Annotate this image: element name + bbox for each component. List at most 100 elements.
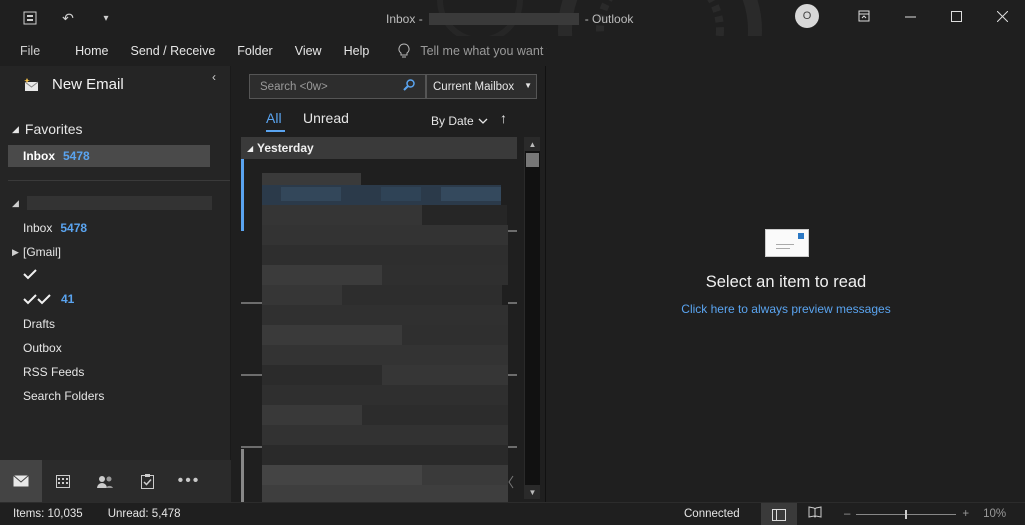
favorites-inbox-label: Inbox (23, 149, 55, 163)
quick-access-dropdown-icon[interactable]: ▾ (96, 8, 116, 28)
double-checkmark-icon (23, 294, 51, 305)
window-title: Inbox - - Outlook (386, 12, 633, 26)
folder-rss-feeds-label: RSS Feeds (23, 365, 85, 379)
group-header-yesterday[interactable]: ◢ Yesterday (241, 137, 517, 159)
new-email-label: New Email (52, 76, 124, 93)
menu-help[interactable]: Help (333, 44, 381, 58)
folder-inbox[interactable]: Inbox 5478 (23, 221, 87, 235)
favorites-inbox[interactable]: Inbox 5478 (8, 145, 210, 167)
search-icon[interactable] (403, 79, 415, 94)
avatar[interactable]: O (795, 4, 819, 28)
zoom-in-icon[interactable]: + (962, 508, 969, 520)
group-header-label: Yesterday (257, 141, 314, 155)
folder-drafts[interactable]: Drafts (23, 317, 55, 331)
calendar-module-button[interactable] (42, 460, 84, 502)
favorites-header[interactable]: ◢ Favorites (12, 121, 83, 137)
filter-tab-all[interactable]: All (266, 110, 282, 126)
more-dots-icon: ••• (177, 472, 201, 489)
favorites-label: Favorites (24, 121, 83, 137)
active-tab-indicator (266, 130, 285, 132)
blurred-message-content (241, 173, 517, 502)
menu-home[interactable]: Home (64, 44, 119, 58)
expand-triangle-icon: ◢ (247, 143, 254, 153)
menu-send-receive[interactable]: Send / Receive (120, 44, 227, 58)
folder-inbox-count: 5478 (60, 221, 88, 235)
favorites-inbox-count: 5478 (63, 149, 90, 163)
message-list-scrollbar[interactable]: ▲ ▼ (524, 137, 540, 499)
close-button[interactable] (979, 0, 1025, 32)
zoom-slider-thumb[interactable] (905, 509, 908, 519)
menu-file[interactable]: File (0, 44, 64, 58)
zoom-level: 10% (983, 508, 1007, 520)
window-title-prefix: Inbox - (386, 12, 423, 26)
menu-folder[interactable]: Folder (226, 44, 283, 58)
folder-double-check[interactable]: 41 (23, 292, 74, 306)
folder-gmail[interactable]: ▶ [Gmail] (12, 245, 61, 259)
zoom-control[interactable]: – + 10% (844, 508, 1006, 520)
folder-drafts-label: Drafts (23, 317, 56, 331)
search-scope-value: Current Mailbox (433, 80, 515, 93)
sort-direction-arrow-icon[interactable]: ↑ (500, 110, 507, 126)
status-connection: Connected (684, 508, 740, 520)
undo-icon[interactable]: ↶ (58, 8, 78, 28)
minimize-button[interactable] (887, 0, 933, 32)
normal-view-button[interactable] (761, 503, 797, 525)
search-input[interactable]: Search <0w> (249, 74, 426, 99)
new-email-icon (24, 77, 39, 91)
folder-pane: New Email ‹ ◢ Favorites Inbox 5478 ◢ Inb… (0, 66, 231, 460)
folder-outbox[interactable]: Outbox (23, 341, 62, 355)
nav-divider (8, 180, 230, 181)
module-switcher: ••• (0, 460, 231, 502)
expand-triangle-icon: ◢ (12, 123, 19, 134)
lightbulb-icon (398, 43, 410, 58)
preview-messages-link[interactable]: Click here to always preview messages (547, 302, 1025, 316)
people-icon (97, 475, 113, 488)
scroll-thumb[interactable] (526, 153, 539, 167)
title-bar: ↶ ▾ Inbox - - Outlook O (0, 0, 1025, 36)
folder-double-check-count: 41 (61, 292, 75, 306)
reading-pane: Select an item to read Click here to alw… (547, 36, 1025, 502)
zoom-out-icon[interactable]: – (844, 508, 850, 520)
window-menu-icon[interactable] (20, 8, 40, 28)
ribbon-display-options-icon[interactable] (841, 0, 887, 32)
collapse-pane-chevron-icon[interactable]: ‹ (212, 70, 216, 84)
more-modules-button[interactable]: ••• (168, 460, 210, 502)
account-header[interactable]: ◢ (12, 196, 212, 210)
folder-check[interactable] (23, 268, 37, 280)
scroll-up-button[interactable]: ▲ (525, 137, 540, 151)
expand-triangle-icon: ◢ (12, 197, 19, 208)
chevron-down-icon (478, 118, 488, 124)
envelope-icon (765, 229, 809, 257)
folder-search-folders[interactable]: Search Folders (23, 389, 104, 403)
calendar-icon (56, 474, 70, 488)
filter-tab-unread[interactable]: Unread (303, 110, 349, 126)
redacted-account-name (26, 196, 212, 210)
search-scope-dropdown[interactable]: Current Mailbox ▼ (426, 74, 537, 99)
folder-outbox-label: Outbox (23, 341, 62, 355)
mail-module-button[interactable] (0, 460, 42, 502)
redacted-account (428, 13, 579, 25)
tasks-module-button[interactable] (126, 460, 168, 502)
reading-view-button[interactable] (808, 506, 822, 521)
reading-pane-title: Select an item to read (705, 273, 867, 291)
folder-inbox-label: Inbox (23, 221, 53, 235)
sort-dropdown[interactable]: By Date (431, 114, 488, 128)
collapsed-triangle-icon[interactable]: ▶ (12, 247, 19, 258)
status-unread-count: Unread: 5,478 (107, 508, 181, 520)
folder-rss-feeds[interactable]: RSS Feeds (23, 365, 84, 379)
status-item-count: Items: 10,035 (13, 508, 83, 520)
tasks-icon (140, 473, 154, 489)
folder-search-folders-label: Search Folders (23, 389, 105, 403)
menu-view[interactable]: View (284, 44, 333, 58)
selected-message-indicator (241, 159, 244, 231)
maximize-button[interactable] (933, 0, 979, 32)
new-email-button[interactable]: New Email (24, 76, 124, 93)
scroll-down-button[interactable]: ▼ (525, 485, 540, 499)
normal-view-icon (772, 508, 786, 521)
window-title-suffix: - Outlook (584, 12, 634, 26)
message-list[interactable] (241, 159, 523, 502)
checkmark-icon (23, 269, 37, 280)
people-module-button[interactable] (84, 460, 126, 502)
chevron-down-icon: ▼ (524, 81, 532, 90)
zoom-slider[interactable] (856, 509, 957, 519)
